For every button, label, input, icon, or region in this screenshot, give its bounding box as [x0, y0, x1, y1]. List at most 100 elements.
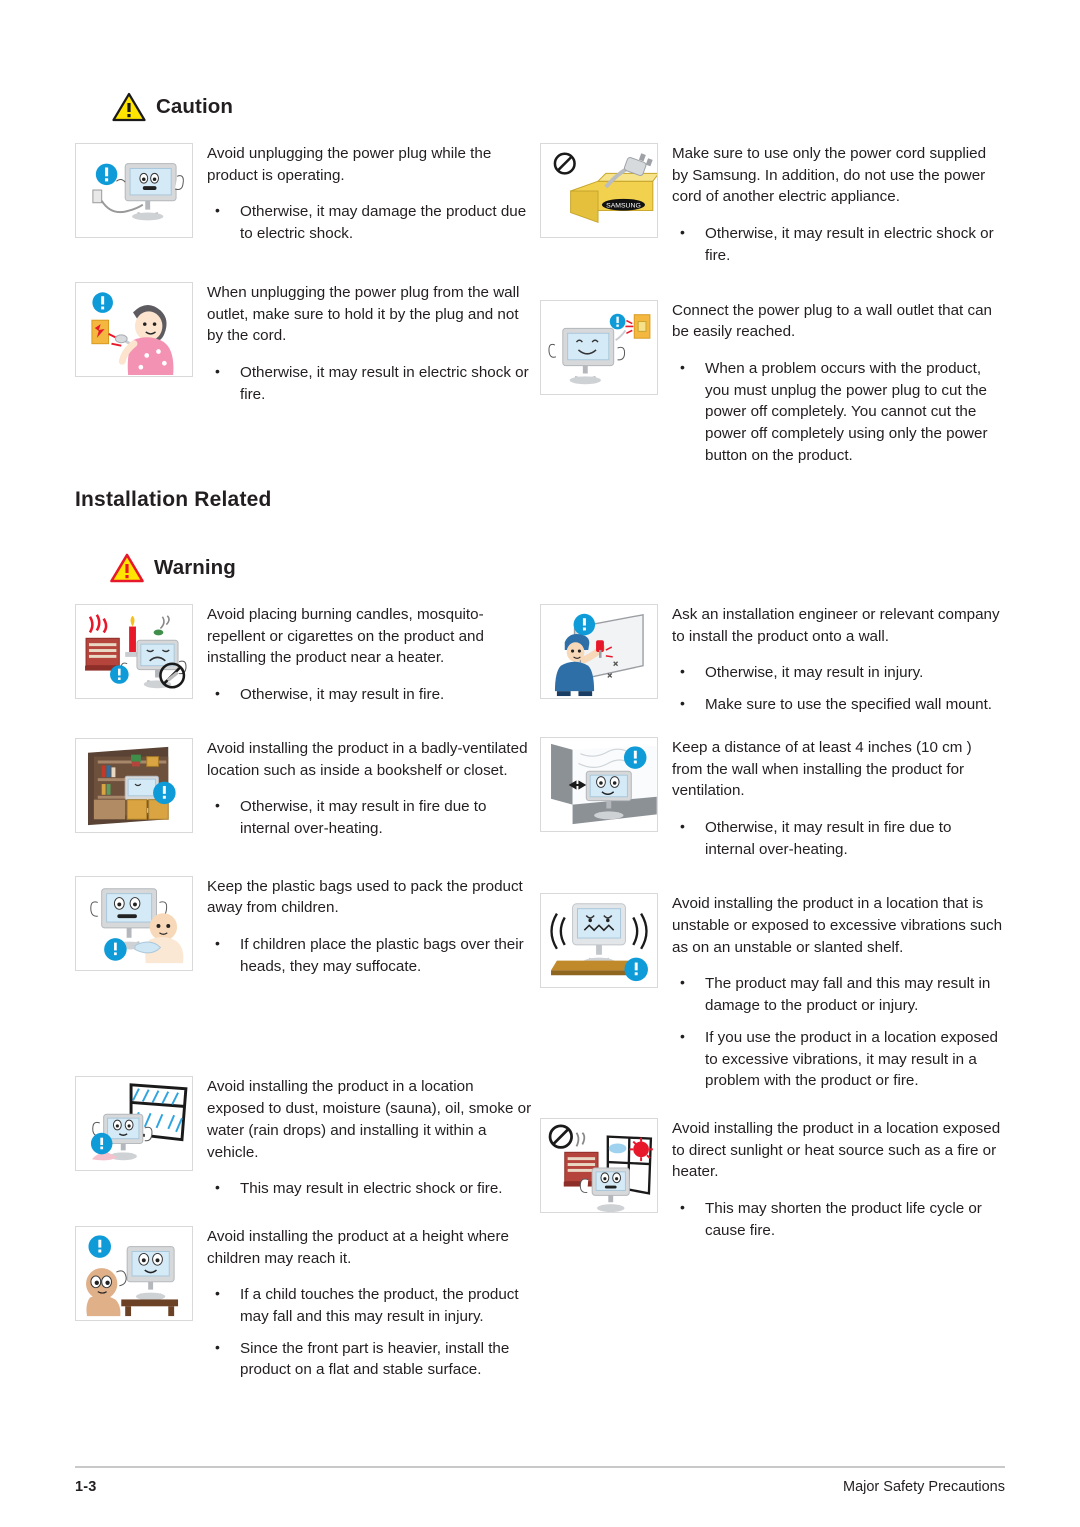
safety-item-lead: Ask an installation engineer or relevant… — [672, 606, 1000, 645]
safety-bullet: If you use the product in a location exp… — [672, 1026, 1005, 1092]
child-reaching-monitor-icon — [75, 1225, 193, 1321]
safety-item-bullets: Otherwise, it may result in fire due to … — [207, 795, 532, 839]
wall-distance-monitor-icon — [540, 736, 658, 832]
safety-item: Ask an installation engineer or relevant… — [540, 604, 1005, 716]
warning-heading: Warning — [110, 553, 236, 583]
safety-bullet: Otherwise, it may result in fire due to … — [672, 816, 1005, 860]
safety-item-bullets: Otherwise, it may result in electric sho… — [672, 222, 1005, 266]
safety-item-lead: Keep a distance of at least 4 inches (10… — [672, 738, 972, 800]
safety-bullet: If a child touches the product, the prod… — [207, 1283, 532, 1327]
baby-plastic-bag-icon — [75, 875, 193, 971]
safety-item-lead: Avoid unplugging the power plug while th… — [207, 145, 492, 184]
safety-item-bullets: If a child touches the product, the prod… — [207, 1283, 532, 1381]
caution-items-grid: Avoid unplugging the power plug while th… — [75, 143, 1005, 466]
sunlight-heater-monitor-icon — [540, 1117, 658, 1213]
safety-item-body: Avoid installing the product in a locati… — [658, 893, 1005, 1092]
safety-item-lead: Avoid installing the product in a locati… — [207, 1078, 532, 1161]
safety-item: Avoid placing burning candles, mosquito-… — [75, 604, 532, 706]
caution-heading-label: Caution — [156, 95, 233, 118]
safety-item-lead: Connect the power plug to a wall outlet … — [672, 301, 992, 341]
safety-bullet: Otherwise, it may result in fire due to … — [207, 795, 532, 839]
safety-bullet: Otherwise, it may result in injury. — [672, 661, 1005, 684]
safety-item-lead: Make sure to use only the power cord sup… — [672, 145, 987, 206]
caution-right-column: SAMSUNG Make sure to use only the power … — [540, 143, 1005, 466]
safety-item-bullets: The product may fall and this may result… — [672, 972, 1005, 1092]
heater-candle-cigarette-icon — [75, 604, 193, 699]
safety-item-body: When unplugging the power plug from the … — [193, 282, 532, 406]
safety-item-body: Connect the power plug to a wall outlet … — [658, 300, 1005, 467]
safety-bullet: This may result in electric shock or fir… — [207, 1177, 532, 1200]
warning-heading-label: Warning — [154, 556, 236, 579]
safety-item: Avoid installing the product in a locati… — [540, 1117, 1005, 1242]
footer-section-title: Major Safety Precautions — [843, 1479, 1005, 1495]
safety-item-body: Keep a distance of at least 4 inches (10… — [658, 737, 1005, 861]
safety-item-bullets: Otherwise, it may damage the product due… — [207, 200, 532, 244]
footer-divider — [75, 1466, 1005, 1468]
caution-left-column: Avoid unplugging the power plug while th… — [75, 143, 540, 466]
safety-item-body: Avoid unplugging the power plug while th… — [193, 143, 532, 245]
safety-item-body: Ask an installation engineer or relevant… — [658, 604, 1005, 716]
safety-bullet: Otherwise, it may result in electric sho… — [672, 222, 1005, 266]
safety-item: Avoid installing the product in a locati… — [75, 1076, 532, 1200]
safety-item: Keep the plastic bags used to pack the p… — [75, 875, 532, 978]
vibrating-monitor-shelf-icon — [540, 893, 658, 989]
safety-item-bullets: Otherwise, it may result in fire due to … — [672, 816, 1005, 860]
safety-item-bullets: Otherwise, it may result in injury. Make… — [672, 661, 1005, 716]
safety-item-bullets: This may shorten the product life cycle … — [672, 1197, 1005, 1241]
safety-item-body: Avoid installing the product at a height… — [193, 1226, 532, 1381]
caution-triangle-icon — [112, 92, 146, 122]
safety-item-lead: Avoid installing the product in a badly-… — [207, 739, 528, 779]
safety-item: Connect the power plug to a wall outlet … — [540, 299, 1005, 467]
document-page: Caution Avoid unplugging the power plug … — [0, 0, 1080, 1527]
safety-item-bullets: Otherwise, it may result in fire. — [207, 683, 532, 706]
safety-item-lead: Avoid placing burning candles, mosquito-… — [207, 606, 484, 667]
safety-item: Avoid installing the product at a height… — [75, 1225, 532, 1381]
safety-bullet: Otherwise, it may result in electric sho… — [207, 361, 532, 405]
safety-item-body: Make sure to use only the power cord sup… — [658, 143, 1005, 267]
safety-bullet: The product may fall and this may result… — [672, 972, 1005, 1016]
safety-bullet: Since the front part is heavier, install… — [207, 1337, 532, 1381]
svg-text:SAMSUNG: SAMSUNG — [606, 203, 641, 210]
safety-item: When unplugging the power plug from the … — [75, 281, 532, 406]
safety-item: Avoid installing the product in a badly-… — [75, 737, 532, 840]
installation-right-column: Ask an installation engineer or relevant… — [540, 604, 1005, 1381]
safety-bullet: Otherwise, it may result in fire. — [207, 683, 532, 706]
safety-item-bullets: Otherwise, it may result in electric sho… — [207, 361, 532, 405]
installation-items-grid: Avoid placing burning candles, mosquito-… — [75, 604, 1005, 1381]
safety-item-lead: Avoid installing the product at a height… — [207, 1227, 509, 1267]
safety-bullet: Otherwise, it may damage the product due… — [207, 200, 532, 244]
safety-item-lead: Avoid installing the product in a locati… — [672, 895, 1003, 956]
safety-item-body: Keep the plastic bags used to pack the p… — [193, 876, 532, 978]
woman-pulling-cord-icon — [75, 281, 193, 377]
safety-item-bullets: This may result in electric shock or fir… — [207, 1177, 532, 1200]
safety-bullet: Make sure to use the specified wall moun… — [672, 693, 1005, 716]
monitor-wall-outlet-icon — [540, 299, 658, 395]
safety-item: Avoid installing the product in a locati… — [540, 893, 1005, 1092]
safety-item-bullets: When a problem occurs with the product, … — [672, 357, 1005, 467]
wall-mount-installer-icon — [540, 604, 658, 699]
safety-item-lead: Keep the plastic bags used to pack the p… — [207, 877, 523, 917]
safety-item-body: Avoid installing the product in a badly-… — [193, 738, 532, 840]
safety-item: Avoid unplugging the power plug while th… — [75, 143, 532, 245]
safety-item-body: Avoid installing the product in a locati… — [658, 1118, 1005, 1242]
footer-page-number: 1-3 — [75, 1479, 97, 1495]
safety-bullet: When a problem occurs with the product, … — [672, 357, 1005, 467]
safety-bullet: This may shorten the product life cycle … — [672, 1197, 1005, 1241]
samsung-box-power-cord-icon: SAMSUNG — [540, 143, 658, 238]
safety-item-lead: When unplugging the power plug from the … — [207, 283, 520, 345]
safety-item: Keep a distance of at least 4 inches (10… — [540, 736, 1005, 861]
rain-window-monitor-icon — [75, 1076, 193, 1172]
caution-heading: Caution — [112, 92, 233, 122]
warning-triangle-icon — [110, 553, 144, 583]
safety-item-bullets: If children place the plastic bags over … — [207, 933, 532, 977]
safety-item-body: Avoid installing the product in a locati… — [193, 1076, 532, 1200]
bookshelf-monitor-icon — [75, 737, 193, 833]
safety-item: SAMSUNG Make sure to use only the power … — [540, 143, 1005, 267]
safety-bullet: If children place the plastic bags over … — [207, 933, 532, 977]
installation-left-column: Avoid placing burning candles, mosquito-… — [75, 604, 540, 1381]
safety-item-lead: Avoid installing the product in a locati… — [672, 1119, 1001, 1181]
page-title: Installation Related — [75, 488, 272, 511]
safety-item-body: Avoid placing burning candles, mosquito-… — [193, 604, 532, 706]
monitor-unplug-icon — [75, 143, 193, 238]
page-footer: 1-3 Major Safety Precautions — [75, 1466, 1005, 1495]
